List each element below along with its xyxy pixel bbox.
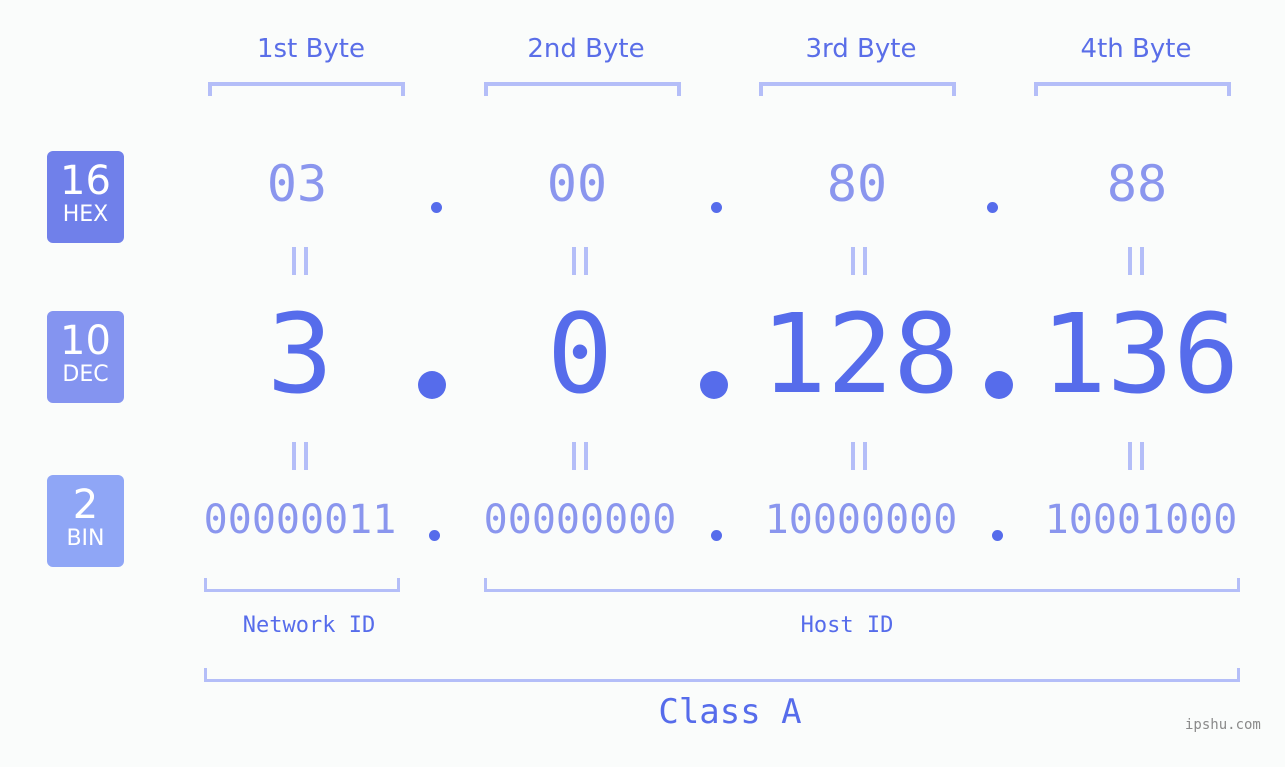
- dec-octet-3: 128: [760, 290, 960, 418]
- dec-badge-number: 10: [60, 318, 111, 364]
- dec-octet-4: 136: [1040, 290, 1240, 418]
- network-id-label: Network ID: [242, 613, 376, 638]
- byte-header-4: 4th Byte: [1080, 34, 1192, 64]
- host-id-bracket: [484, 578, 1240, 592]
- dec-badge-label: DEC: [62, 362, 109, 387]
- equals-icon: [1128, 442, 1144, 470]
- hex-octet-2: 00: [546, 155, 608, 213]
- equals-icon: [292, 247, 308, 275]
- watermark: ipshu.com: [1185, 717, 1261, 733]
- dec-badge: 10 DEC: [47, 311, 124, 403]
- byte-bracket-3: [759, 82, 956, 96]
- hex-octet-4: 88: [1106, 155, 1168, 213]
- dec-octet-2: 0: [546, 290, 614, 418]
- hex-octet-1: 03: [266, 155, 328, 213]
- bin-dot-1: [429, 530, 440, 541]
- dec-dot-1: [418, 371, 446, 399]
- hex-badge-number: 16: [60, 158, 111, 204]
- dec-dot-2: [700, 371, 728, 399]
- byte-header-3: 3rd Byte: [805, 34, 917, 64]
- bin-octet-3: 10000000: [764, 497, 958, 543]
- hex-dot-3: [987, 202, 998, 213]
- byte-bracket-4: [1034, 82, 1231, 96]
- hex-dot-2: [711, 202, 722, 213]
- equals-icon: [851, 442, 867, 470]
- bin-octet-4: 10001000: [1044, 497, 1238, 543]
- equals-icon: [1128, 247, 1144, 275]
- bin-octet-2: 00000000: [483, 497, 677, 543]
- dec-octet-1: 3: [266, 290, 334, 418]
- host-id-label: Host ID: [800, 613, 894, 638]
- class-label: Class A: [658, 692, 802, 732]
- class-bracket: [204, 668, 1240, 682]
- network-id-bracket: [204, 578, 400, 592]
- hex-dot-1: [431, 202, 442, 213]
- hex-octet-3: 80: [826, 155, 888, 213]
- byte-bracket-1: [208, 82, 405, 96]
- bin-dot-3: [992, 530, 1003, 541]
- hex-badge: 16 HEX: [47, 151, 124, 243]
- dec-dot-3: [985, 371, 1013, 399]
- bin-badge: 2 BIN: [47, 475, 124, 567]
- hex-badge-label: HEX: [62, 202, 109, 227]
- bin-dot-2: [711, 530, 722, 541]
- equals-icon: [851, 247, 867, 275]
- bin-octet-1: 00000011: [203, 497, 397, 543]
- byte-bracket-2: [484, 82, 681, 96]
- equals-icon: [292, 442, 308, 470]
- byte-header-1: 1st Byte: [257, 34, 365, 64]
- equals-icon: [572, 247, 588, 275]
- equals-icon: [572, 442, 588, 470]
- bin-badge-label: BIN: [66, 526, 105, 551]
- byte-header-2: 2nd Byte: [527, 34, 645, 64]
- bin-badge-number: 2: [72, 482, 99, 528]
